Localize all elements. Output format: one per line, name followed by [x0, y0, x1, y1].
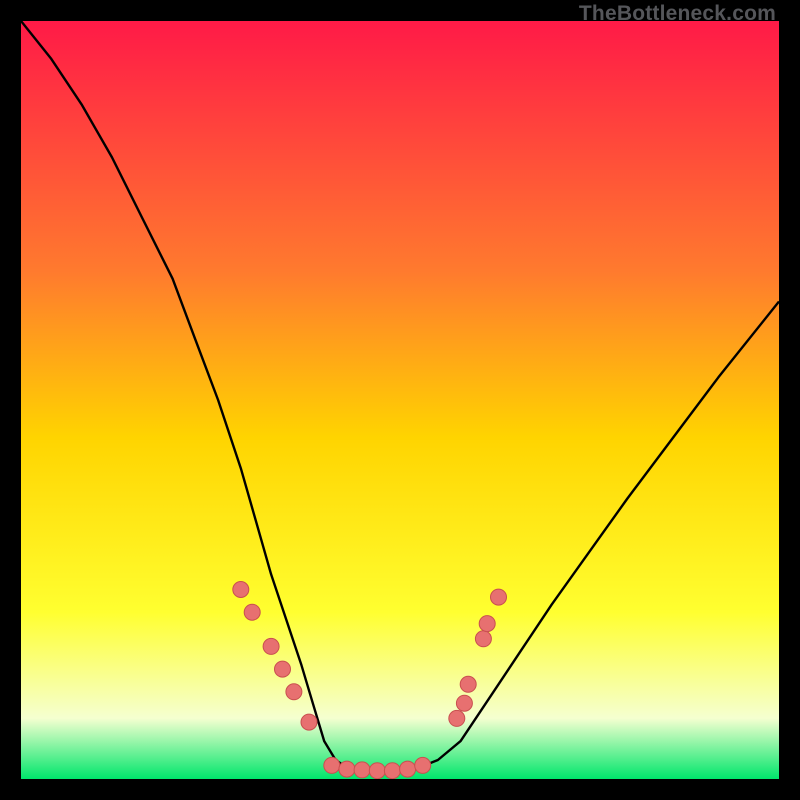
data-marker: [479, 616, 495, 632]
watermark-text: TheBottleneck.com: [579, 2, 776, 26]
chart-frame: [21, 21, 779, 779]
data-marker: [415, 757, 431, 773]
data-marker: [244, 604, 260, 620]
data-marker: [354, 762, 370, 778]
data-marker: [475, 631, 491, 647]
bottleneck-chart: [21, 21, 779, 779]
data-marker: [449, 710, 465, 726]
data-marker: [400, 761, 416, 777]
data-marker: [384, 763, 400, 779]
chart-background: [21, 21, 779, 779]
data-marker: [301, 714, 317, 730]
data-marker: [456, 695, 472, 711]
data-marker: [324, 757, 340, 773]
data-marker: [286, 684, 302, 700]
data-marker: [460, 676, 476, 692]
data-marker: [339, 761, 355, 777]
data-marker: [369, 763, 385, 779]
data-marker: [233, 582, 249, 598]
data-marker: [263, 638, 279, 654]
data-marker: [491, 589, 507, 605]
data-marker: [275, 661, 291, 677]
